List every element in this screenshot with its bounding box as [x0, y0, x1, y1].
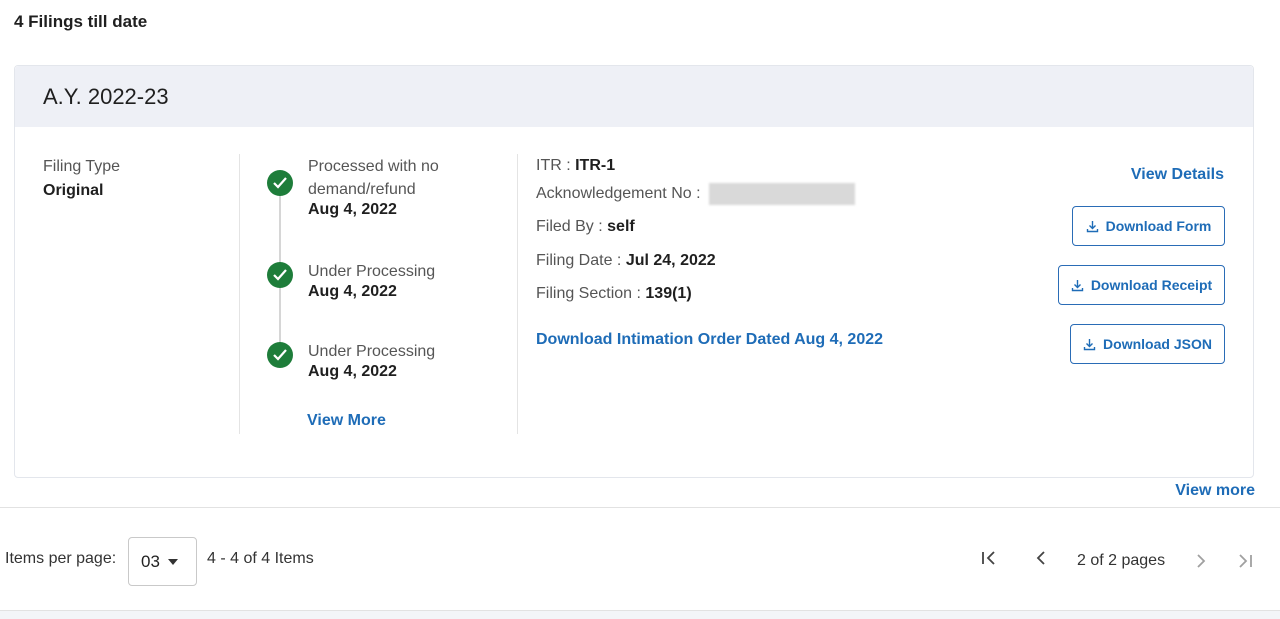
timeline-item: Processed with no demand/refund Aug 4, 2…	[308, 155, 498, 219]
column-divider	[239, 154, 240, 434]
timeline-item: Under Processing Aug 4, 2022	[308, 260, 498, 301]
divider	[0, 507, 1280, 508]
filing-section-field: Filing Section : 139(1)	[536, 285, 692, 303]
items-per-page-value: 03	[141, 551, 160, 571]
filed-by-field: Filed By : self	[536, 218, 635, 236]
filing-type-label: Filing Type	[43, 158, 121, 175]
acknowledgement-label: Acknowledgement No :	[536, 185, 705, 203]
caret-down-icon	[167, 558, 178, 565]
footer-strip	[0, 611, 1280, 619]
view-more-link[interactable]: View more	[1175, 482, 1255, 500]
first-page-icon[interactable]	[980, 549, 998, 573]
check-circle-icon	[267, 342, 293, 368]
view-details-link[interactable]: View Details	[1131, 166, 1224, 184]
download-receipt-label: Download Receipt	[1090, 277, 1213, 293]
download-intimation-link[interactable]: Download Intimation Order Dated Aug 4, 2…	[536, 331, 883, 349]
itr-value: ITR-1	[575, 157, 616, 174]
download-icon	[1086, 220, 1098, 232]
acknowledgement-redacted	[708, 183, 855, 205]
card-header: A.Y. 2022-23	[15, 66, 1253, 127]
timeline-status: Processed with no demand/refund	[308, 158, 439, 198]
timeline-date: Aug 4, 2022	[308, 201, 397, 218]
timeline-date: Aug 4, 2022	[308, 363, 397, 380]
previous-page-icon[interactable]	[1032, 549, 1050, 573]
download-receipt-button[interactable]: Download Receipt	[1058, 265, 1225, 305]
timeline-item: Under Processing Aug 4, 2022	[308, 340, 498, 381]
filed-by-label: Filed By :	[536, 218, 608, 235]
last-page-icon[interactable]	[1236, 552, 1254, 576]
items-per-page-select[interactable]: 03	[128, 537, 197, 586]
acknowledgement-field: Acknowledgement No :	[536, 183, 855, 205]
filing-date-field: Filing Date : Jul 24, 2022	[536, 252, 716, 270]
timeline-view-more-link[interactable]: View More	[307, 412, 386, 430]
filings-count-title: 4 Filings till date	[14, 12, 148, 31]
download-icon	[1083, 338, 1096, 350]
items-per-page-label: Items per page:	[5, 550, 117, 567]
download-json-label: Download JSON	[1103, 336, 1212, 352]
filed-by-value: self	[607, 218, 635, 235]
timeline-status: Under Processing	[308, 343, 436, 360]
download-json-button[interactable]: Download JSON	[1070, 324, 1225, 364]
timeline-date: Aug 4, 2022	[308, 283, 397, 300]
timeline-status: Under Processing	[308, 263, 436, 280]
filing-section-value: 139(1)	[645, 285, 692, 302]
page-indicator: 2 of 2 pages	[1077, 552, 1166, 569]
check-circle-icon	[267, 262, 293, 288]
assessment-year-title: A.Y. 2022-23	[43, 84, 169, 109]
download-form-label: Download Form	[1105, 218, 1212, 234]
filing-date-label: Filing Date :	[536, 252, 626, 269]
download-form-button[interactable]: Download Form	[1072, 206, 1225, 246]
filing-date-value: Jul 24, 2022	[625, 252, 716, 269]
download-icon	[1071, 279, 1084, 291]
itr-label: ITR :	[536, 157, 576, 174]
filing-type-value: Original	[43, 182, 104, 199]
items-range-text: 4 - 4 of 4 Items	[207, 550, 314, 567]
itr-field: ITR : ITR-1	[536, 157, 615, 175]
filing-section-label: Filing Section :	[536, 285, 646, 302]
column-divider	[517, 154, 518, 434]
check-circle-icon	[267, 170, 293, 196]
next-page-icon[interactable]	[1192, 552, 1210, 576]
